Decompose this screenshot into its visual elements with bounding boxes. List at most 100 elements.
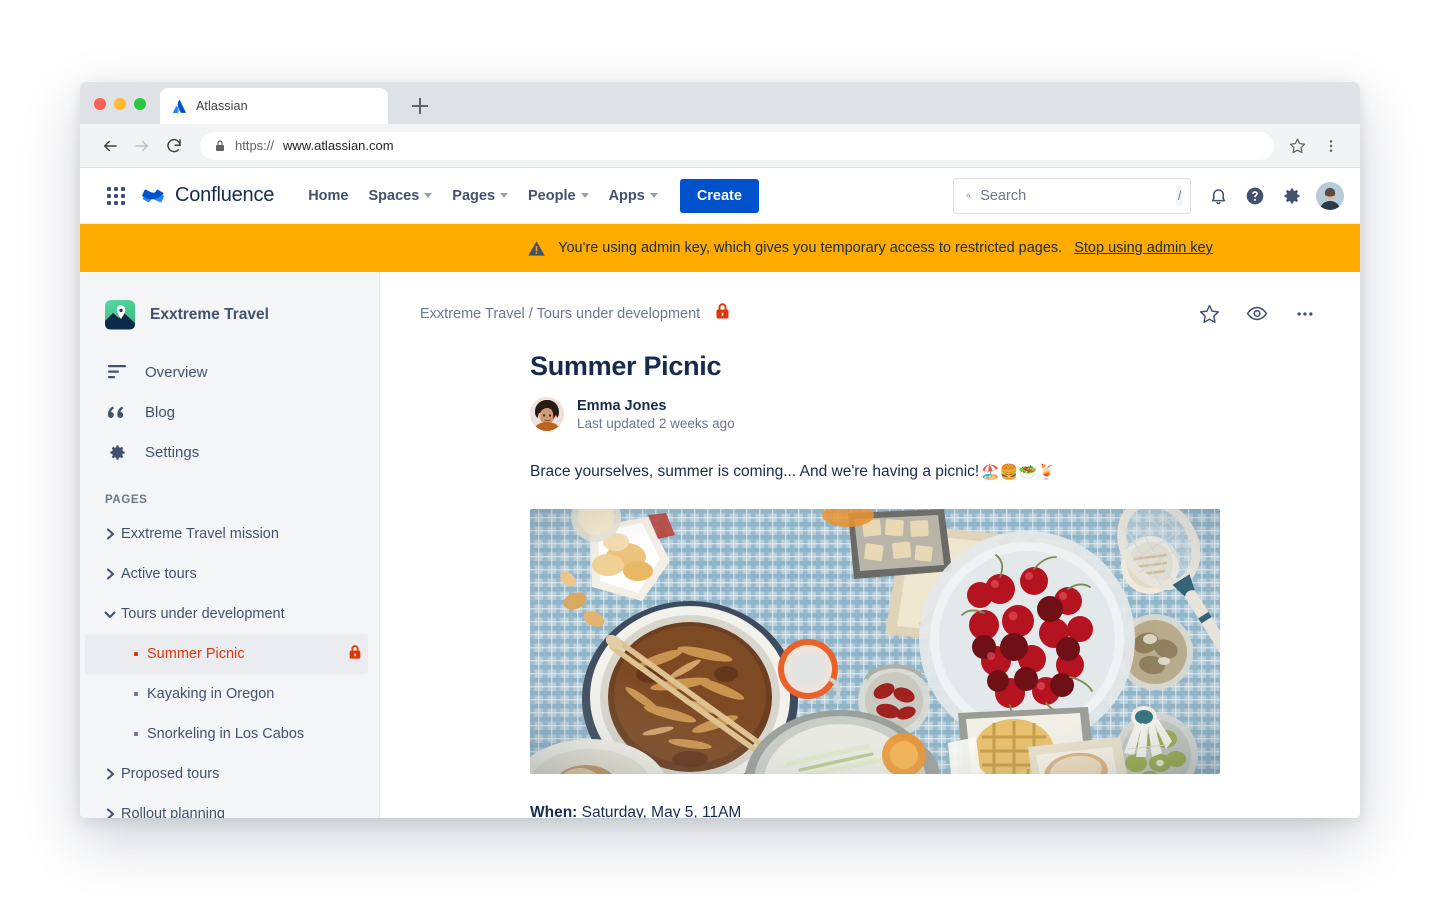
tree-item-rollout-planning[interactable]: Rollout planning — [85, 794, 368, 818]
url-host: www.atlassian.com — [283, 138, 394, 153]
travel-space-icon — [105, 300, 135, 330]
bullet-icon — [127, 732, 145, 736]
when-line: When: Saturday, May 5, 11AM — [530, 804, 1320, 818]
when-label: When: — [530, 804, 578, 818]
browser-tab[interactable]: Atlassian — [160, 88, 388, 124]
tree-item-summer-picnic[interactable]: Summer Picnic — [85, 634, 368, 674]
tree-item-label: Kayaking in Oregon — [147, 686, 275, 702]
question-circle-icon[interactable] — [1242, 183, 1268, 209]
user-avatar[interactable] — [1316, 181, 1344, 210]
nav-item-people[interactable]: People — [518, 181, 599, 211]
picnic-spread-photo — [530, 509, 1220, 774]
tree-item-label: Proposed tours — [121, 766, 220, 782]
tree-item-tours-under-development[interactable]: Tours under development — [85, 594, 368, 634]
brand-name: Confluence — [175, 184, 275, 206]
url-scheme: https:// — [235, 138, 275, 153]
nav-item-pages[interactable]: Pages — [442, 181, 518, 211]
tab-title: Atlassian — [196, 99, 248, 113]
gear-icon[interactable] — [1279, 183, 1305, 209]
tree-item-label: Snorkeling in Los Cabos — [147, 726, 305, 742]
forward-arrow-icon[interactable] — [126, 130, 158, 162]
tree-item-active-tours[interactable]: Active tours — [85, 554, 368, 594]
nav-label: Spaces — [368, 187, 420, 204]
tree-item-label: Rollout planning — [121, 806, 225, 818]
author-avatar[interactable] — [530, 397, 564, 431]
create-button[interactable]: Create — [679, 178, 759, 213]
new-tab-button[interactable] — [410, 96, 430, 116]
sidebar-item-settings[interactable]: Settings — [80, 432, 379, 472]
tree-item-exxtreme-travel-mission[interactable]: Exxtreme Travel mission — [85, 514, 368, 554]
stop-using-admin-key-link[interactable]: Stop using admin key — [1074, 240, 1213, 256]
window-traffic-lights — [94, 98, 146, 110]
browser-toolbar: https:// www.atlassian.com — [80, 124, 1360, 168]
confluence-logo-icon — [142, 189, 164, 202]
padlock-icon — [216, 139, 224, 151]
nav-item-home[interactable]: Home — [298, 181, 358, 211]
back-arrow-icon[interactable] — [94, 130, 126, 162]
space-name: Exxtreme Travel — [150, 306, 269, 323]
chevron-down-icon[interactable] — [101, 610, 119, 619]
tree-item-label: Tours under development — [121, 606, 285, 622]
bookmark-star-icon[interactable] — [1282, 131, 1312, 161]
tree-item-proposed-tours[interactable]: Proposed tours — [85, 754, 368, 794]
search-input[interactable] — [980, 187, 1168, 204]
grid-apps-icon[interactable] — [102, 182, 130, 210]
when-value: Saturday, May 5, 11AM — [581, 804, 742, 818]
overview-lines-icon — [107, 362, 127, 382]
author-name[interactable]: Emma Jones — [577, 398, 735, 414]
chevron-right-icon[interactable] — [101, 568, 119, 580]
confluence-top-nav: Confluence Home Spaces Pages People Apps… — [80, 168, 1360, 224]
tree-item-label: Active tours — [121, 566, 197, 582]
more-actions-button[interactable] — [1294, 303, 1316, 325]
bell-icon[interactable] — [1205, 183, 1231, 209]
chevron-right-icon[interactable] — [101, 528, 119, 540]
intro-text: Brace yourselves, summer is coming... An… — [530, 463, 980, 480]
intro-emojis: 🏖️🍔🥗🍹 — [981, 464, 1056, 481]
watch-star-button[interactable] — [1198, 303, 1220, 325]
confluence-brand[interactable]: Confluence — [142, 184, 274, 208]
page-title: Summer Picnic — [530, 351, 722, 381]
page-byline: Emma Jones Last updated 2 weeks ago — [530, 397, 1320, 431]
search-icon — [966, 193, 971, 198]
nav-label: Home — [308, 187, 349, 204]
breadcrumb[interactable]: Exxtreme Travel / Tours under developmen… — [420, 306, 700, 322]
sidebar-item-blog[interactable]: Blog — [80, 392, 379, 432]
sidebar-item-overview[interactable]: Overview — [80, 352, 379, 392]
search-box[interactable]: / — [953, 177, 1191, 214]
tree-item-snorkeling-in-los-cabos[interactable]: Snorkeling in Los Cabos — [85, 714, 368, 754]
page-content-area: Exxtreme Travel / Tours under developmen… — [380, 272, 1360, 818]
space-sidebar: Exxtreme Travel Overview Blog Settings P… — [80, 272, 380, 818]
maximize-window-button[interactable] — [134, 98, 146, 110]
reload-icon[interactable] — [158, 130, 190, 162]
chevron-right-icon[interactable] — [101, 768, 119, 780]
atlassian-logo-icon — [172, 99, 186, 113]
nav-label: Pages — [452, 187, 496, 204]
close-window-button[interactable] — [94, 98, 106, 110]
tree-item-kayaking-in-oregon[interactable]: Kayaking in Oregon — [85, 674, 368, 714]
nav-item-spaces[interactable]: Spaces — [358, 181, 442, 211]
banner-text: You're using admin key, which gives you … — [558, 240, 1063, 256]
kebab-menu-icon[interactable] — [1316, 131, 1346, 161]
bullet-icon — [127, 652, 145, 656]
admin-key-banner: You're using admin key, which gives you … — [80, 224, 1360, 272]
minimize-window-button[interactable] — [114, 98, 126, 110]
space-header[interactable]: Exxtreme Travel — [80, 294, 379, 336]
gear-icon — [107, 442, 127, 462]
nav-item-apps[interactable]: Apps — [599, 181, 668, 211]
browser-tab-strip: Atlassian — [80, 82, 1360, 124]
tree-item-label: Exxtreme Travel mission — [121, 526, 279, 542]
intro-paragraph: Brace yourselves, summer is coming... An… — [530, 463, 1320, 481]
chevron-down-icon — [649, 193, 658, 198]
chevron-right-icon[interactable] — [101, 808, 119, 818]
tree-item-label: Summer Picnic — [147, 646, 245, 662]
search-shortcut-key: / — [1176, 185, 1183, 206]
nav-label: People — [528, 187, 576, 204]
quote-marks-icon — [107, 402, 127, 422]
last-updated-text: Last updated 2 weeks ago — [577, 415, 735, 431]
address-bar[interactable]: https:// www.atlassian.com — [200, 131, 1274, 160]
browser-window: Atlassian https:// www.atlassian.com Con… — [80, 82, 1360, 818]
red-padlock-icon — [715, 302, 730, 325]
views-button[interactable] — [1246, 303, 1268, 325]
chevron-down-icon — [424, 193, 433, 198]
sidebar-item-label: Settings — [145, 443, 200, 461]
